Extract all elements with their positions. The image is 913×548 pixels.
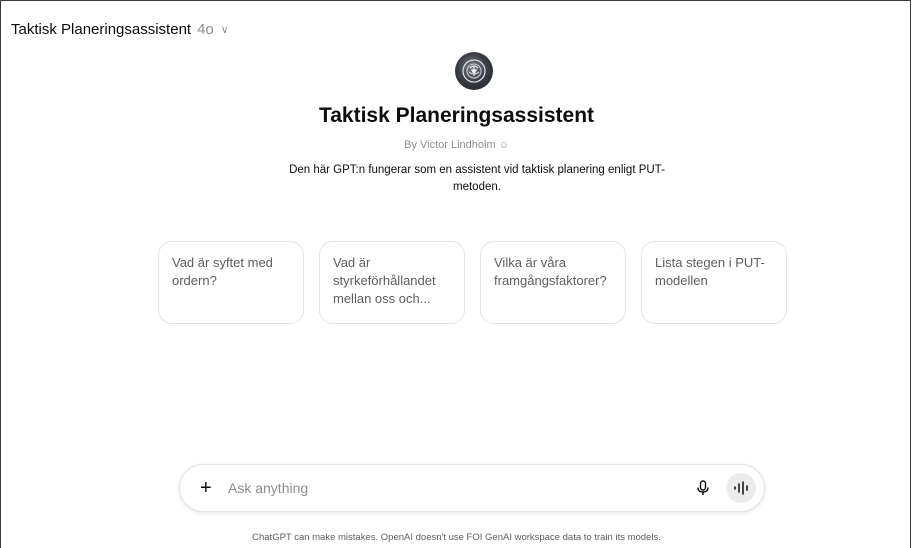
voice-mode-icon [734, 481, 748, 495]
model-label: 4o [197, 21, 214, 38]
message-composer: + [179, 464, 765, 512]
gpt-avatar [455, 52, 493, 90]
brain-logo-icon [462, 59, 486, 83]
starter-card-1[interactable]: Vad är syftet med ordern? [158, 241, 304, 324]
gpt-description: Den här GPT:n fungerar som en assistent … [289, 164, 665, 193]
starter-card-3[interactable]: Vilka är våra framgångsfaktorer? [480, 241, 626, 324]
footer-disclaimer: ChatGPT can make mistakes. OpenAI doesn'… [252, 532, 661, 543]
gpt-name-heading: Taktisk Planeringsassistent [318, 104, 595, 127]
app-window: Taktisk Planeringsassistent 4o ∨ Taktisk… [0, 0, 911, 548]
starter-card-2[interactable]: Vad är styrkeförhållandet mellan oss och… [319, 241, 465, 324]
chevron-down-icon: ∨ [220, 24, 229, 36]
starter-card-4[interactable]: Lista stegen i PUT-modellen [641, 241, 787, 324]
conversation-starters: Vad är syftet med ordern? Vad är styrkef… [158, 241, 787, 324]
plus-icon[interactable]: + [200, 476, 212, 500]
person-icon: ☺ [498, 140, 509, 151]
model-selector[interactable]: Taktisk Planeringsassistent 4o ∨ [11, 21, 229, 38]
message-input[interactable] [228, 477, 668, 499]
author-line: By Victor Lindholm ☺ [1, 139, 912, 151]
voice-mode-button[interactable] [726, 473, 756, 503]
author-name: By Victor Lindholm [404, 139, 496, 151]
gpt-title: Taktisk Planeringsassistent [11, 21, 192, 38]
microphone-icon[interactable] [694, 479, 712, 497]
